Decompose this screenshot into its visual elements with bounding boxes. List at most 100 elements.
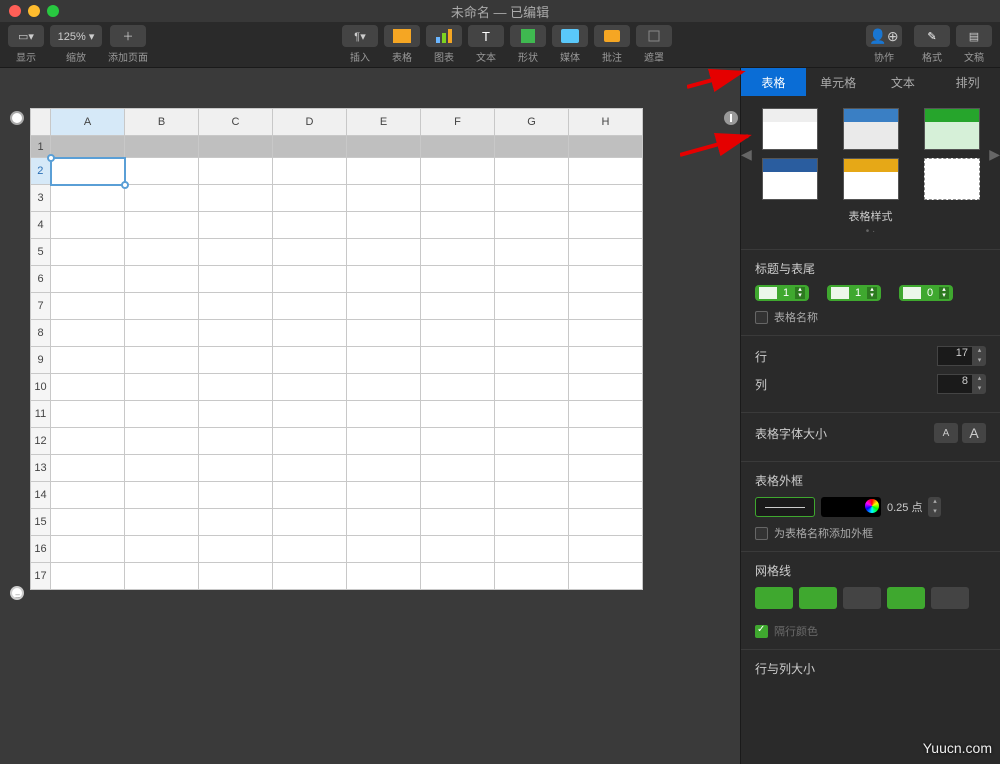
footer-rows-stepper[interactable]: 0▴▾ — [899, 285, 953, 301]
table-cell[interactable] — [569, 347, 643, 374]
table-cell[interactable] — [421, 136, 495, 158]
col-header-E[interactable]: E — [347, 109, 421, 136]
table-cell[interactable] — [421, 347, 495, 374]
table-cell[interactable] — [347, 185, 421, 212]
table-cell[interactable] — [495, 185, 569, 212]
table-cell[interactable] — [569, 401, 643, 428]
table-cell[interactable] — [347, 212, 421, 239]
col-header-A[interactable]: A — [51, 109, 125, 136]
table-cell[interactable] — [51, 455, 125, 482]
row-header-5[interactable]: 5 — [31, 239, 51, 266]
table-cell[interactable] — [495, 347, 569, 374]
table-cell[interactable] — [273, 158, 347, 185]
table-cell[interactable] — [125, 347, 199, 374]
table-cell[interactable] — [199, 320, 273, 347]
rows-stepper[interactable]: ▴▾ — [973, 346, 986, 366]
header-cols-stepper[interactable]: 1▴▾ — [827, 285, 881, 301]
table-cell[interactable] — [125, 563, 199, 590]
table-cell[interactable] — [495, 428, 569, 455]
table-cell[interactable] — [125, 266, 199, 293]
title-outline-checkbox[interactable] — [755, 527, 768, 540]
table-cell[interactable] — [421, 401, 495, 428]
table-cell[interactable] — [569, 428, 643, 455]
table-cell[interactable] — [421, 266, 495, 293]
table-cell[interactable] — [421, 428, 495, 455]
table-select-handle[interactable] — [10, 111, 24, 125]
outline-width-stepper[interactable]: ▴▾ — [928, 497, 941, 517]
table-cell[interactable] — [495, 455, 569, 482]
document-button[interactable]: ▤ — [956, 25, 992, 47]
table-cell[interactable] — [273, 212, 347, 239]
cols-input[interactable]: 8 — [937, 374, 973, 394]
table-name-checkbox[interactable] — [755, 311, 768, 324]
outline-line-style[interactable] — [755, 497, 815, 517]
table-cell[interactable] — [273, 536, 347, 563]
canvas[interactable]: ABCDEFGH1234567891011121314151617 = — [0, 68, 740, 764]
table-cell[interactable] — [421, 536, 495, 563]
table-cell[interactable] — [51, 212, 125, 239]
gridline-btn-2[interactable] — [799, 587, 837, 609]
table-cell[interactable] — [569, 374, 643, 401]
table-cell[interactable] — [199, 509, 273, 536]
mask-button[interactable] — [636, 25, 672, 47]
table-cell[interactable] — [569, 320, 643, 347]
row-header-17[interactable]: 17 — [31, 563, 51, 590]
table-cell[interactable] — [347, 158, 421, 185]
spreadsheet-table[interactable]: ABCDEFGH1234567891011121314151617 — [30, 108, 643, 590]
table-cell[interactable] — [347, 536, 421, 563]
style-thumb-2[interactable] — [843, 108, 899, 150]
table-cell[interactable] — [125, 401, 199, 428]
table-cell[interactable] — [199, 401, 273, 428]
table-cell[interactable] — [125, 239, 199, 266]
table-cell[interactable] — [569, 509, 643, 536]
view-button[interactable]: ▭▾ — [8, 25, 44, 47]
table-cell[interactable] — [569, 563, 643, 590]
table-cell[interactable] — [51, 158, 125, 185]
table-cell[interactable] — [199, 185, 273, 212]
table-cell[interactable] — [273, 239, 347, 266]
table-cell[interactable] — [569, 455, 643, 482]
table-cell[interactable] — [199, 212, 273, 239]
table-cell[interactable] — [125, 455, 199, 482]
table-cell[interactable] — [569, 239, 643, 266]
table-cell[interactable] — [421, 509, 495, 536]
fullscreen-button[interactable] — [47, 5, 59, 17]
row-header-2[interactable]: 2 — [31, 158, 51, 185]
styles-next[interactable]: ▶ — [989, 146, 1000, 163]
table-cell[interactable] — [125, 482, 199, 509]
table-cell[interactable] — [273, 136, 347, 158]
table-cell[interactable] — [495, 401, 569, 428]
table-cell[interactable] — [199, 239, 273, 266]
table-cell[interactable] — [495, 509, 569, 536]
table-cell[interactable] — [199, 482, 273, 509]
table-cell[interactable] — [421, 185, 495, 212]
table-cell[interactable] — [347, 482, 421, 509]
rows-input[interactable]: 17 — [937, 346, 973, 366]
table-cell[interactable] — [347, 239, 421, 266]
style-thumb-4[interactable] — [762, 158, 818, 200]
tab-cell[interactable]: 单元格 — [806, 68, 871, 96]
table-cell[interactable] — [569, 293, 643, 320]
style-thumb-1[interactable] — [762, 108, 818, 150]
table-cell[interactable] — [125, 293, 199, 320]
table-cell[interactable] — [273, 374, 347, 401]
row-header-15[interactable]: 15 — [31, 509, 51, 536]
table-cell[interactable] — [273, 293, 347, 320]
col-header-G[interactable]: G — [495, 109, 569, 136]
col-header-C[interactable]: C — [199, 109, 273, 136]
comment-button[interactable] — [594, 25, 630, 47]
style-thumb-5[interactable] — [843, 158, 899, 200]
tab-text[interactable]: 文本 — [871, 68, 936, 96]
table-cell[interactable] — [347, 347, 421, 374]
table-cell[interactable] — [347, 455, 421, 482]
table-cell[interactable] — [199, 374, 273, 401]
add-column-handle[interactable] — [724, 111, 738, 125]
table-cell[interactable] — [199, 136, 273, 158]
table-cell[interactable] — [273, 320, 347, 347]
table-cell[interactable] — [495, 293, 569, 320]
table-cell[interactable] — [421, 320, 495, 347]
format-button[interactable]: ✎ — [914, 25, 950, 47]
header-rows-stepper[interactable]: 1▴▾ — [755, 285, 809, 301]
insert-button[interactable]: ¶▾ — [342, 25, 378, 47]
table-cell[interactable] — [51, 428, 125, 455]
